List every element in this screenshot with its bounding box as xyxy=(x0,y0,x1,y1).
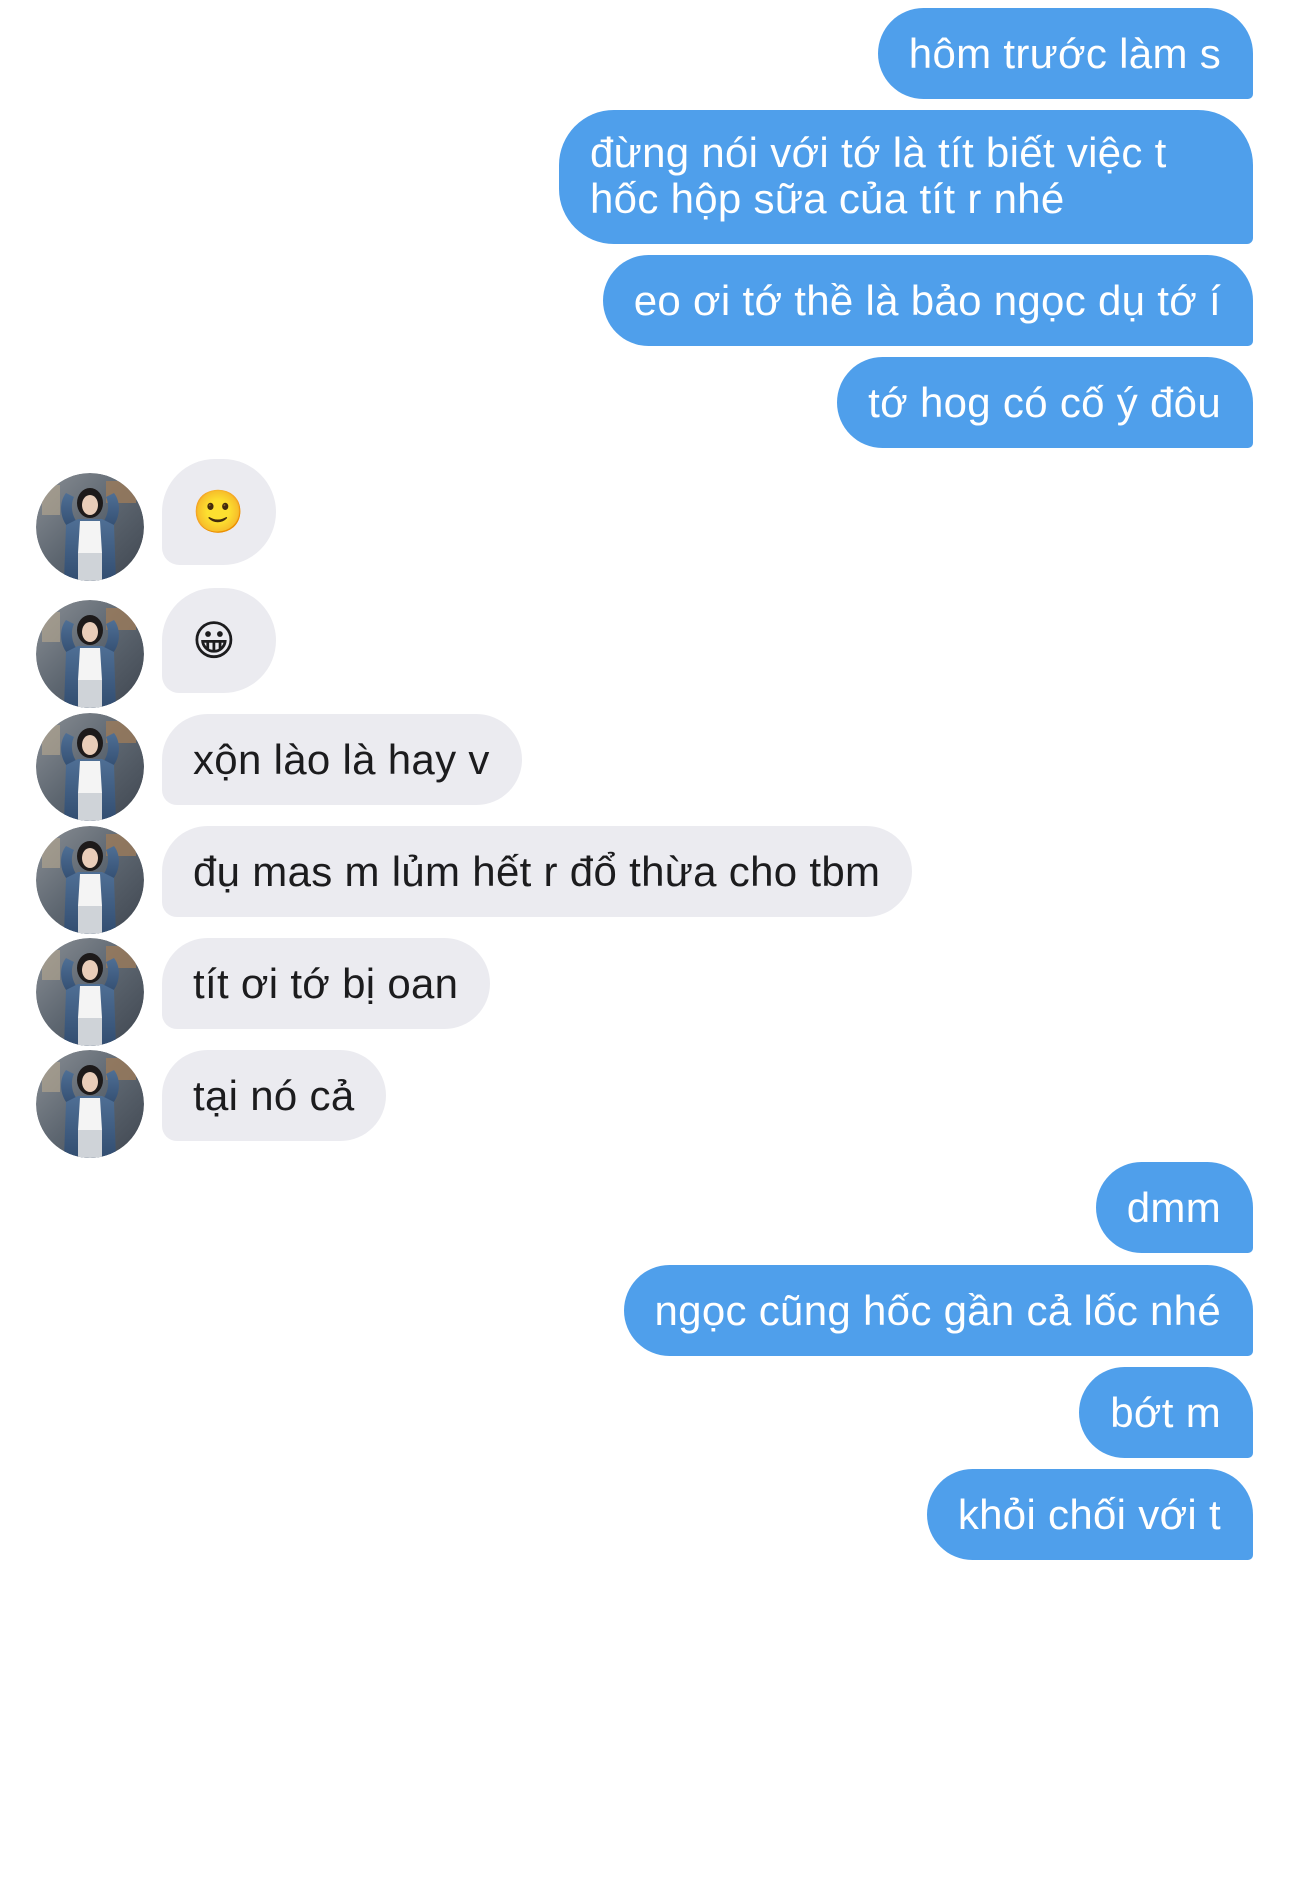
sent-message-bubble[interactable]: khỏi chối với t xyxy=(926,1469,1253,1560)
message-text: khỏi chối với t xyxy=(957,1491,1221,1538)
message-text: tớ hog có cố ý đôu xyxy=(868,379,1221,426)
message-text: ngọc cũng hốc gần cả lốc nhé xyxy=(654,1287,1221,1334)
received-message-bubble[interactable]: 😀 xyxy=(162,588,276,693)
received-message-bubble[interactable]: tít ơi tớ bị oan xyxy=(162,938,491,1029)
message-text: tại nó cả xyxy=(193,1072,355,1119)
sent-message-bubble[interactable]: tớ hog có cố ý đôu xyxy=(837,357,1253,448)
contact-avatar[interactable] xyxy=(36,938,144,1046)
message-text: hôm trước làm s xyxy=(908,30,1221,77)
message-text: đừng nói với tớ là tít biết việc t hốc h… xyxy=(590,129,1167,222)
message-text: eo ơi tớ thề là bảo ngọc dụ tớ í xyxy=(633,277,1221,324)
message-text: đụ mas m lủm hết r đổ thừa cho tbm xyxy=(193,848,881,895)
sent-message-bubble[interactable]: hôm trước làm s xyxy=(877,8,1253,99)
contact-avatar[interactable] xyxy=(36,826,144,934)
sent-message-bubble[interactable]: ngọc cũng hốc gần cả lốc nhé xyxy=(623,1265,1253,1356)
message-text: xộn lào là hay v xyxy=(193,736,490,783)
received-message-bubble[interactable]: 🙂 xyxy=(162,459,276,565)
grinning-face-emoji: 😀 xyxy=(192,617,237,664)
contact-avatar[interactable] xyxy=(36,713,144,821)
sent-message-bubble[interactable]: eo ơi tớ thề là bảo ngọc dụ tớ í xyxy=(602,255,1253,346)
sent-message-bubble[interactable]: đừng nói với tớ là tít biết việc t hốc h… xyxy=(559,110,1253,244)
slightly-smiling-face-emoji: 🙂 xyxy=(192,488,245,535)
received-message-bubble[interactable]: tại nó cả xyxy=(162,1050,387,1141)
message-text: dmm xyxy=(1126,1184,1221,1231)
sent-message-bubble[interactable]: dmm xyxy=(1095,1162,1253,1253)
contact-avatar[interactable] xyxy=(36,1050,144,1158)
message-text: bớt m xyxy=(1110,1389,1221,1436)
received-message-bubble[interactable]: đụ mas m lủm hết r đổ thừa cho tbm xyxy=(162,826,913,917)
contact-avatar[interactable] xyxy=(36,473,144,581)
chat-thread: hôm trước làm s đừng nói với tớ là tít b… xyxy=(0,0,1290,1885)
contact-avatar[interactable] xyxy=(36,600,144,708)
received-message-bubble[interactable]: xộn lào là hay v xyxy=(162,714,522,805)
sent-message-bubble[interactable]: bớt m xyxy=(1079,1367,1253,1458)
message-text: tít ơi tớ bị oan xyxy=(193,960,459,1007)
